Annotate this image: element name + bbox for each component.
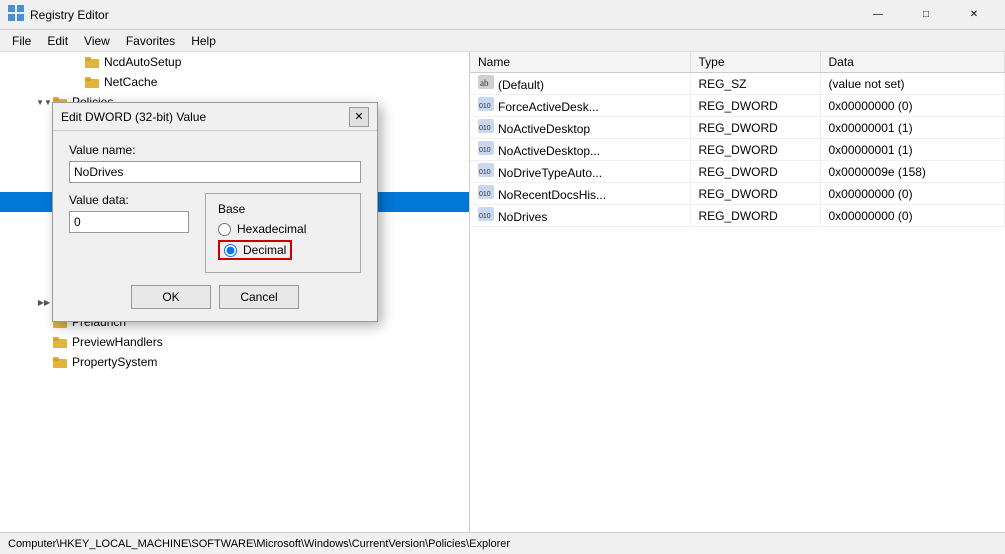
menu-view[interactable]: View [76, 32, 118, 50]
reg-data: 0x00000000 (0) [820, 205, 1005, 227]
menu-file[interactable]: File [4, 32, 39, 50]
cancel-button[interactable]: Cancel [219, 285, 299, 309]
svg-text:010: 010 [479, 103, 491, 110]
dialog-title: Edit DWORD (32-bit) Value [61, 110, 349, 124]
dword-icon: 010 [478, 185, 494, 199]
app-title: Registry Editor [30, 8, 109, 22]
dialog-buttons: OK Cancel [69, 285, 361, 309]
maximize-button[interactable]: □ [903, 0, 949, 30]
table-row[interactable]: 010 ForceActiveDesk...REG_DWORD0x0000000… [470, 95, 1005, 117]
svg-text:010: 010 [479, 169, 491, 176]
reg-type: REG_DWORD [690, 139, 820, 161]
folder-icon [84, 55, 100, 69]
value-data-row: Value data: Base Hexadecimal Decimal [69, 193, 361, 273]
tree-item-label: PropertySystem [72, 355, 157, 369]
base-legend: Base [218, 202, 348, 216]
ok-button[interactable]: OK [131, 285, 211, 309]
folder-icon [84, 75, 100, 89]
status-text: Computer\HKEY_LOCAL_MACHINE\SOFTWARE\Mic… [8, 538, 510, 550]
table-row[interactable]: 010 NoDrivesREG_DWORD0x00000000 (0) [470, 205, 1005, 227]
tree-item[interactable]: PreviewHandlers [0, 332, 469, 352]
tree-item[interactable]: NcdAutoSetup [0, 52, 469, 72]
dialog-content: Value name: Value data: Base Hexadecimal [53, 131, 377, 321]
table-row[interactable]: ab (Default)REG_SZ(value not set) [470, 73, 1005, 95]
reg-data: 0x00000000 (0) [820, 183, 1005, 205]
col-name: Name [470, 52, 690, 73]
string-icon: ab [478, 75, 494, 89]
edit-dword-dialog: Edit DWORD (32-bit) Value ✕ Value name: … [52, 102, 378, 322]
hex-radio-row: Hexadecimal [218, 222, 348, 236]
folder-icon [52, 355, 68, 369]
tree-item[interactable]: NetCache [0, 72, 469, 92]
status-bar: Computer\HKEY_LOCAL_MACHINE\SOFTWARE\Mic… [0, 532, 1005, 554]
reg-name: ab (Default) [470, 73, 690, 95]
svg-text:ab: ab [480, 78, 489, 88]
reg-data: (value not set) [820, 73, 1005, 95]
reg-name: 010 NoDrives [470, 205, 690, 227]
col-type: Type [690, 52, 820, 73]
title-bar: Registry Editor — □ ✕ [0, 0, 1005, 30]
dword-icon: 010 [478, 119, 494, 133]
reg-data: 0x00000001 (1) [820, 139, 1005, 161]
reg-name: 010 NoDriveTypeAuto... [470, 161, 690, 183]
svg-text:010: 010 [479, 213, 491, 220]
reg-name: 010 NoActiveDesktop [470, 117, 690, 139]
dialog-close-button[interactable]: ✕ [349, 107, 369, 127]
dialog-title-bar: Edit DWORD (32-bit) Value ✕ [53, 103, 377, 131]
reg-name: 010 NoActiveDesktop... [470, 139, 690, 161]
value-name-input[interactable] [69, 161, 361, 183]
dword-icon: 010 [478, 97, 494, 111]
hexadecimal-label: Hexadecimal [237, 222, 306, 236]
reg-name: 010 ForceActiveDesk... [470, 95, 690, 117]
base-group: Base Hexadecimal Decimal [205, 193, 361, 273]
tree-item-label: PreviewHandlers [72, 335, 163, 349]
table-row[interactable]: 010 NoActiveDesktop...REG_DWORD0x0000000… [470, 139, 1005, 161]
value-name-label: Value name: [69, 143, 361, 157]
value-data-label: Value data: [69, 193, 189, 207]
col-data: Data [820, 52, 1005, 73]
table-row[interactable]: 010 NoDriveTypeAuto...REG_DWORD0x0000009… [470, 161, 1005, 183]
dword-icon: 010 [478, 163, 494, 177]
close-button[interactable]: ✕ [951, 0, 997, 30]
menu-favorites[interactable]: Favorites [118, 32, 183, 50]
decimal-radio[interactable] [224, 244, 237, 257]
dword-icon: 010 [478, 207, 494, 221]
svg-text:010: 010 [479, 191, 491, 198]
reg-data: 0x00000001 (1) [820, 117, 1005, 139]
value-data-input[interactable] [69, 211, 189, 233]
menu-edit[interactable]: Edit [39, 32, 76, 50]
value-data-section: Value data: [69, 193, 189, 233]
tree-item[interactable]: PropertySystem [0, 352, 469, 372]
app-icon [8, 5, 24, 24]
decimal-label: Decimal [243, 243, 286, 257]
menu-help[interactable]: Help [183, 32, 224, 50]
svg-text:010: 010 [479, 147, 491, 154]
hexadecimal-radio[interactable] [218, 223, 231, 236]
svg-text:010: 010 [479, 125, 491, 132]
reg-data: 0x00000000 (0) [820, 95, 1005, 117]
tree-item-label: NcdAutoSetup [104, 55, 181, 69]
reg-type: REG_DWORD [690, 95, 820, 117]
reg-type: REG_DWORD [690, 205, 820, 227]
reg-type: REG_DWORD [690, 183, 820, 205]
folder-icon [52, 335, 68, 349]
registry-table: Name Type Data ab (Default)REG_SZ(value … [470, 52, 1005, 227]
menu-bar: File Edit View Favorites Help [0, 30, 1005, 52]
dec-radio-row: Decimal [218, 240, 348, 260]
minimize-button[interactable]: — [855, 0, 901, 30]
tree-item-label: NetCache [104, 75, 157, 89]
decimal-highlight: Decimal [218, 240, 292, 260]
reg-type: REG_SZ [690, 73, 820, 95]
table-row[interactable]: 010 NoRecentDocsHis...REG_DWORD0x0000000… [470, 183, 1005, 205]
reg-type: REG_DWORD [690, 161, 820, 183]
reg-type: REG_DWORD [690, 117, 820, 139]
dword-icon: 010 [478, 141, 494, 155]
reg-name: 010 NoRecentDocsHis... [470, 183, 690, 205]
registry-panel[interactable]: Name Type Data ab (Default)REG_SZ(value … [470, 52, 1005, 532]
reg-data: 0x0000009e (158) [820, 161, 1005, 183]
table-row[interactable]: 010 NoActiveDesktopREG_DWORD0x00000001 (… [470, 117, 1005, 139]
